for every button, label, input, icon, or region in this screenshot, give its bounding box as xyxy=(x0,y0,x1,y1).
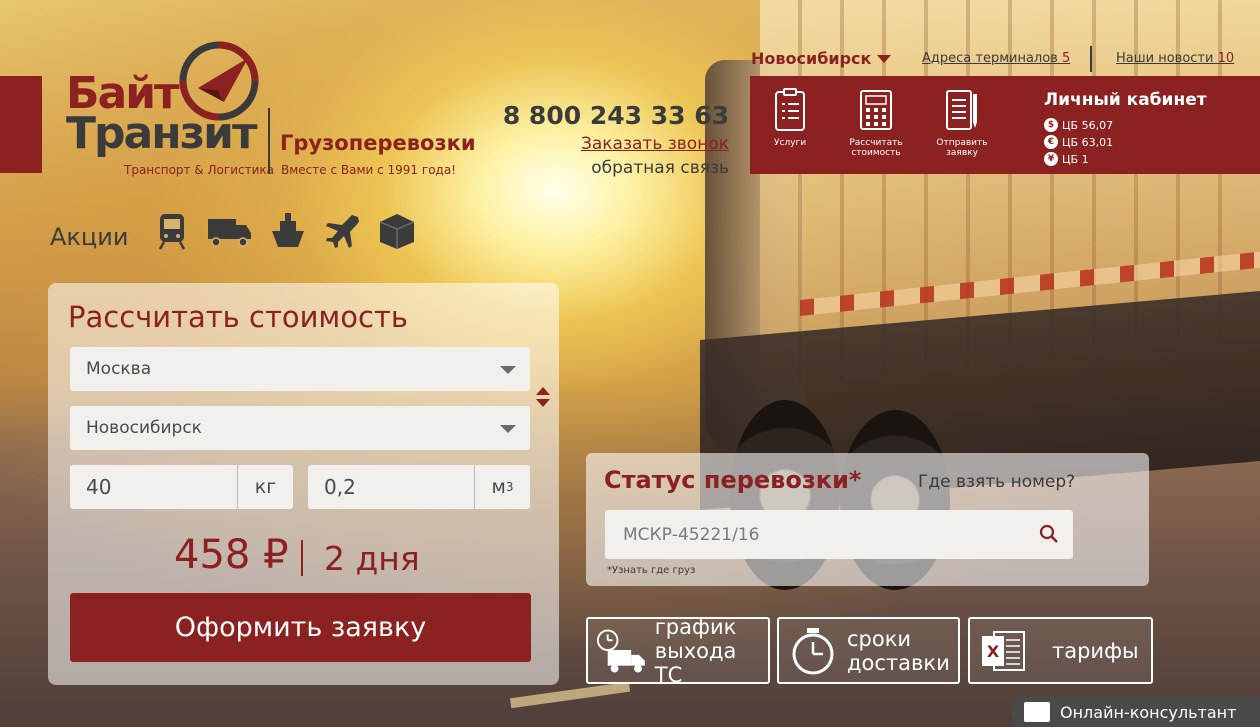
box-icon[interactable] xyxy=(377,211,417,251)
status-note: *Узнать где груз xyxy=(607,565,696,576)
logo-compass-icon xyxy=(179,41,259,121)
destination-city-value: Новосибирск xyxy=(86,418,202,438)
news-link-label: Наши новости xyxy=(1116,51,1214,66)
dollar-icon: $ xyxy=(1044,118,1058,132)
online-consultant-button[interactable]: Онлайн-консультант xyxy=(1012,697,1260,727)
delivery-days-result: 2 дня xyxy=(324,539,420,578)
terminals-link-label: Адреса терминалов xyxy=(922,51,1058,66)
status-title: Статус перевозки* xyxy=(604,466,862,494)
volume-unit-exponent: 3 xyxy=(505,480,514,494)
currency-rate-value: ЦБ 1 xyxy=(1062,152,1089,166)
plane-icon[interactable] xyxy=(322,211,362,251)
promo-label[interactable]: Акции xyxy=(50,223,128,251)
cost-calculator-panel: Рассчитать стоимость Москва Новосибирск … xyxy=(48,283,559,685)
weight-value: 40 xyxy=(86,475,112,499)
logo-divider xyxy=(268,108,270,174)
submit-order-button[interactable]: Оформить заявку xyxy=(70,593,531,662)
schedule-button-label: график выхода ТС xyxy=(655,615,768,687)
currency-rate-cny: ¥ ЦБ 1 xyxy=(1044,152,1089,166)
news-link[interactable]: Наши новости 10 xyxy=(1116,51,1234,66)
chat-icon xyxy=(1024,702,1050,722)
logo-tagline: Транспорт & Логистика xyxy=(124,163,274,177)
brand-subtitle: Вместе с Вами с 1991 года! xyxy=(281,163,456,177)
document-pen-icon xyxy=(946,90,977,130)
cabinet-item-label: Отправить заявку xyxy=(936,138,988,158)
chevron-down-icon xyxy=(500,366,516,374)
currency-rate-usd: $ ЦБ 56,07 xyxy=(1044,118,1113,132)
ship-icon[interactable] xyxy=(268,211,308,251)
city-select[interactable]: Новосибирск xyxy=(751,49,892,68)
volume-input[interactable]: 0,2 м3 xyxy=(308,465,530,509)
svg-text:X: X xyxy=(987,642,1000,661)
weight-input[interactable]: 40 кг xyxy=(70,465,293,509)
stopwatch-icon xyxy=(792,627,834,674)
where-to-get-number-link[interactable]: Где взять номер? xyxy=(918,472,1075,492)
excel-icon: X xyxy=(982,630,1025,671)
delivery-time-label-line2: доставки xyxy=(847,650,950,675)
phone-number[interactable]: 8 800 243 33 63 xyxy=(503,101,729,130)
logo-accent-bar xyxy=(0,76,42,173)
brand-title: Грузоперевозки xyxy=(280,131,476,155)
cabinet-item-services[interactable]: Услуги xyxy=(750,88,830,148)
shipment-status-panel: Статус перевозки* Где взять номер? МСКР-… xyxy=(586,453,1149,586)
news-count: 10 xyxy=(1217,51,1235,66)
volume-unit: м3 xyxy=(474,465,530,509)
delivery-time-button[interactable]: сроки доставки xyxy=(777,617,960,684)
schedule-label-line2: выхода ТС xyxy=(654,638,737,687)
price-divider xyxy=(301,540,303,576)
euro-icon: € xyxy=(1044,135,1058,149)
personal-cabinet-link[interactable]: Личный кабинет xyxy=(1044,90,1207,110)
weight-unit: кг xyxy=(237,465,293,509)
currency-rate-value: ЦБ 63,01 xyxy=(1062,135,1114,149)
origin-city-value: Москва xyxy=(86,359,152,379)
cabinet-item-send-request[interactable]: Отправить заявку xyxy=(922,88,1002,158)
swap-cities-icon[interactable] xyxy=(535,385,551,409)
search-icon[interactable] xyxy=(1039,524,1059,544)
schedule-truck-icon xyxy=(596,628,645,673)
delivery-time-button-label: сроки доставки xyxy=(847,627,950,675)
online-consultant-label: Онлайн-консультант xyxy=(1060,702,1237,722)
volume-unit-base: м xyxy=(491,476,506,498)
city-select-label: Новосибирск xyxy=(751,49,872,68)
callback-link[interactable]: Заказать звонок xyxy=(581,134,729,154)
yuan-icon: ¥ xyxy=(1044,152,1058,166)
tariffs-button[interactable]: X тарифы xyxy=(968,617,1153,684)
tariffs-button-label: тарифы xyxy=(1052,638,1139,663)
truck-icon[interactable] xyxy=(206,211,252,251)
delivery-time-label-line1: сроки xyxy=(847,626,912,651)
tracking-number-value: МСКР-45221/16 xyxy=(623,525,760,545)
tracking-number-input[interactable]: МСКР-45221/16 xyxy=(605,510,1073,559)
calculator-title: Рассчитать стоимость xyxy=(68,300,408,334)
cabinet-item-label: Услуги xyxy=(773,138,807,148)
chevron-down-icon xyxy=(500,425,516,433)
train-icon[interactable] xyxy=(152,211,192,251)
top-nav-divider xyxy=(1090,46,1092,72)
terminals-link[interactable]: Адреса терминалов 5 xyxy=(922,51,1070,66)
origin-city-select[interactable]: Москва xyxy=(70,347,530,391)
schedule-button[interactable]: график выхода ТС xyxy=(586,615,770,687)
road-marking xyxy=(509,681,631,709)
chevron-down-icon xyxy=(877,54,892,63)
currency-rate-eur: € ЦБ 63,01 xyxy=(1044,135,1113,149)
currency-rate-value: ЦБ 56,07 xyxy=(1062,118,1114,132)
calculator-icon xyxy=(860,90,892,130)
destination-city-select[interactable]: Новосибирск xyxy=(70,406,530,450)
terminals-count: 5 xyxy=(1062,51,1071,66)
cabinet-item-label: Рассчитать стоимость xyxy=(849,138,903,158)
feedback-link[interactable]: обратная связь xyxy=(591,158,729,178)
schedule-label-line1: график xyxy=(654,614,737,639)
services-list-icon xyxy=(775,88,805,131)
volume-value: 0,2 xyxy=(324,475,356,499)
price-result: 458 ₽ xyxy=(174,532,289,578)
cabinet-item-calculate[interactable]: Рассчитать стоимость xyxy=(836,88,916,158)
cabinet-panel: Услуги Рассчитать стоимость Отправить за… xyxy=(750,76,1260,174)
